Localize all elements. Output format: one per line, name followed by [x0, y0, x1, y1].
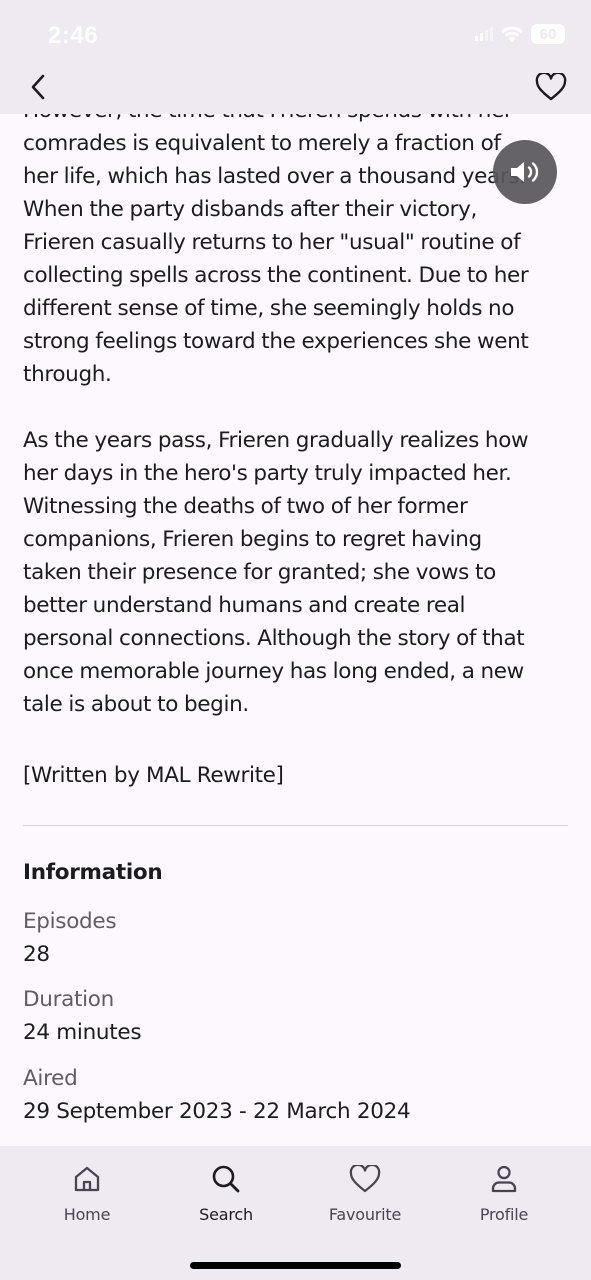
nav-label: Search	[199, 1205, 253, 1224]
signal-icon	[475, 27, 493, 41]
wifi-icon	[501, 26, 523, 42]
search-icon	[210, 1162, 242, 1196]
status-bar: 2:46 60	[0, 0, 591, 60]
info-label: Duration	[23, 987, 114, 1012]
info-aired: Aired 29 September 2023 - 22 March 2024	[23, 1062, 411, 1128]
bottom-navigation: Home Search Favourite Profile	[0, 1146, 591, 1280]
nav-item-home[interactable]: Home	[27, 1162, 147, 1224]
heart-outline-icon	[535, 73, 567, 101]
status-time: 2:46	[48, 22, 99, 49]
info-episodes: Episodes 28	[23, 905, 117, 971]
nav-item-profile[interactable]: Profile	[444, 1162, 564, 1224]
synopsis-text: However, the time that Frieren spends wi…	[23, 98, 529, 717]
nav-item-favourite[interactable]: Favourite	[305, 1162, 425, 1224]
detail-content[interactable]: However, the time that Frieren spends wi…	[0, 94, 591, 1146]
nav-item-search[interactable]: Search	[166, 1162, 286, 1224]
home-indicator	[190, 1262, 401, 1269]
battery-icon: 60	[531, 24, 565, 44]
info-value: 24 minutes	[23, 1020, 142, 1045]
info-value: 29 September 2023 - 22 March 2024	[23, 1099, 411, 1124]
speaker-icon	[511, 162, 539, 182]
status-icons: 60	[475, 24, 565, 44]
sound-toggle-button[interactable]	[493, 140, 557, 204]
person-icon	[490, 1162, 518, 1196]
info-duration: Duration 24 minutes	[23, 983, 142, 1049]
info-label: Aired	[23, 1066, 78, 1091]
home-icon	[72, 1162, 102, 1196]
info-label: Episodes	[23, 909, 117, 934]
information-heading: Information	[23, 860, 163, 885]
chevron-left-icon	[31, 74, 45, 100]
favourite-button[interactable]	[533, 70, 569, 104]
battery-level: 60	[539, 25, 557, 43]
divider	[23, 825, 568, 826]
nav-label: Favourite	[328, 1205, 402, 1224]
nav-label: Profile	[479, 1205, 529, 1224]
app-bar	[0, 60, 591, 114]
heart-icon	[349, 1162, 381, 1196]
synopsis-credit: [Written by MAL Rewrite]	[23, 763, 284, 788]
info-value: 28	[23, 942, 50, 967]
back-button[interactable]	[22, 70, 56, 104]
nav-label: Home	[63, 1205, 111, 1224]
